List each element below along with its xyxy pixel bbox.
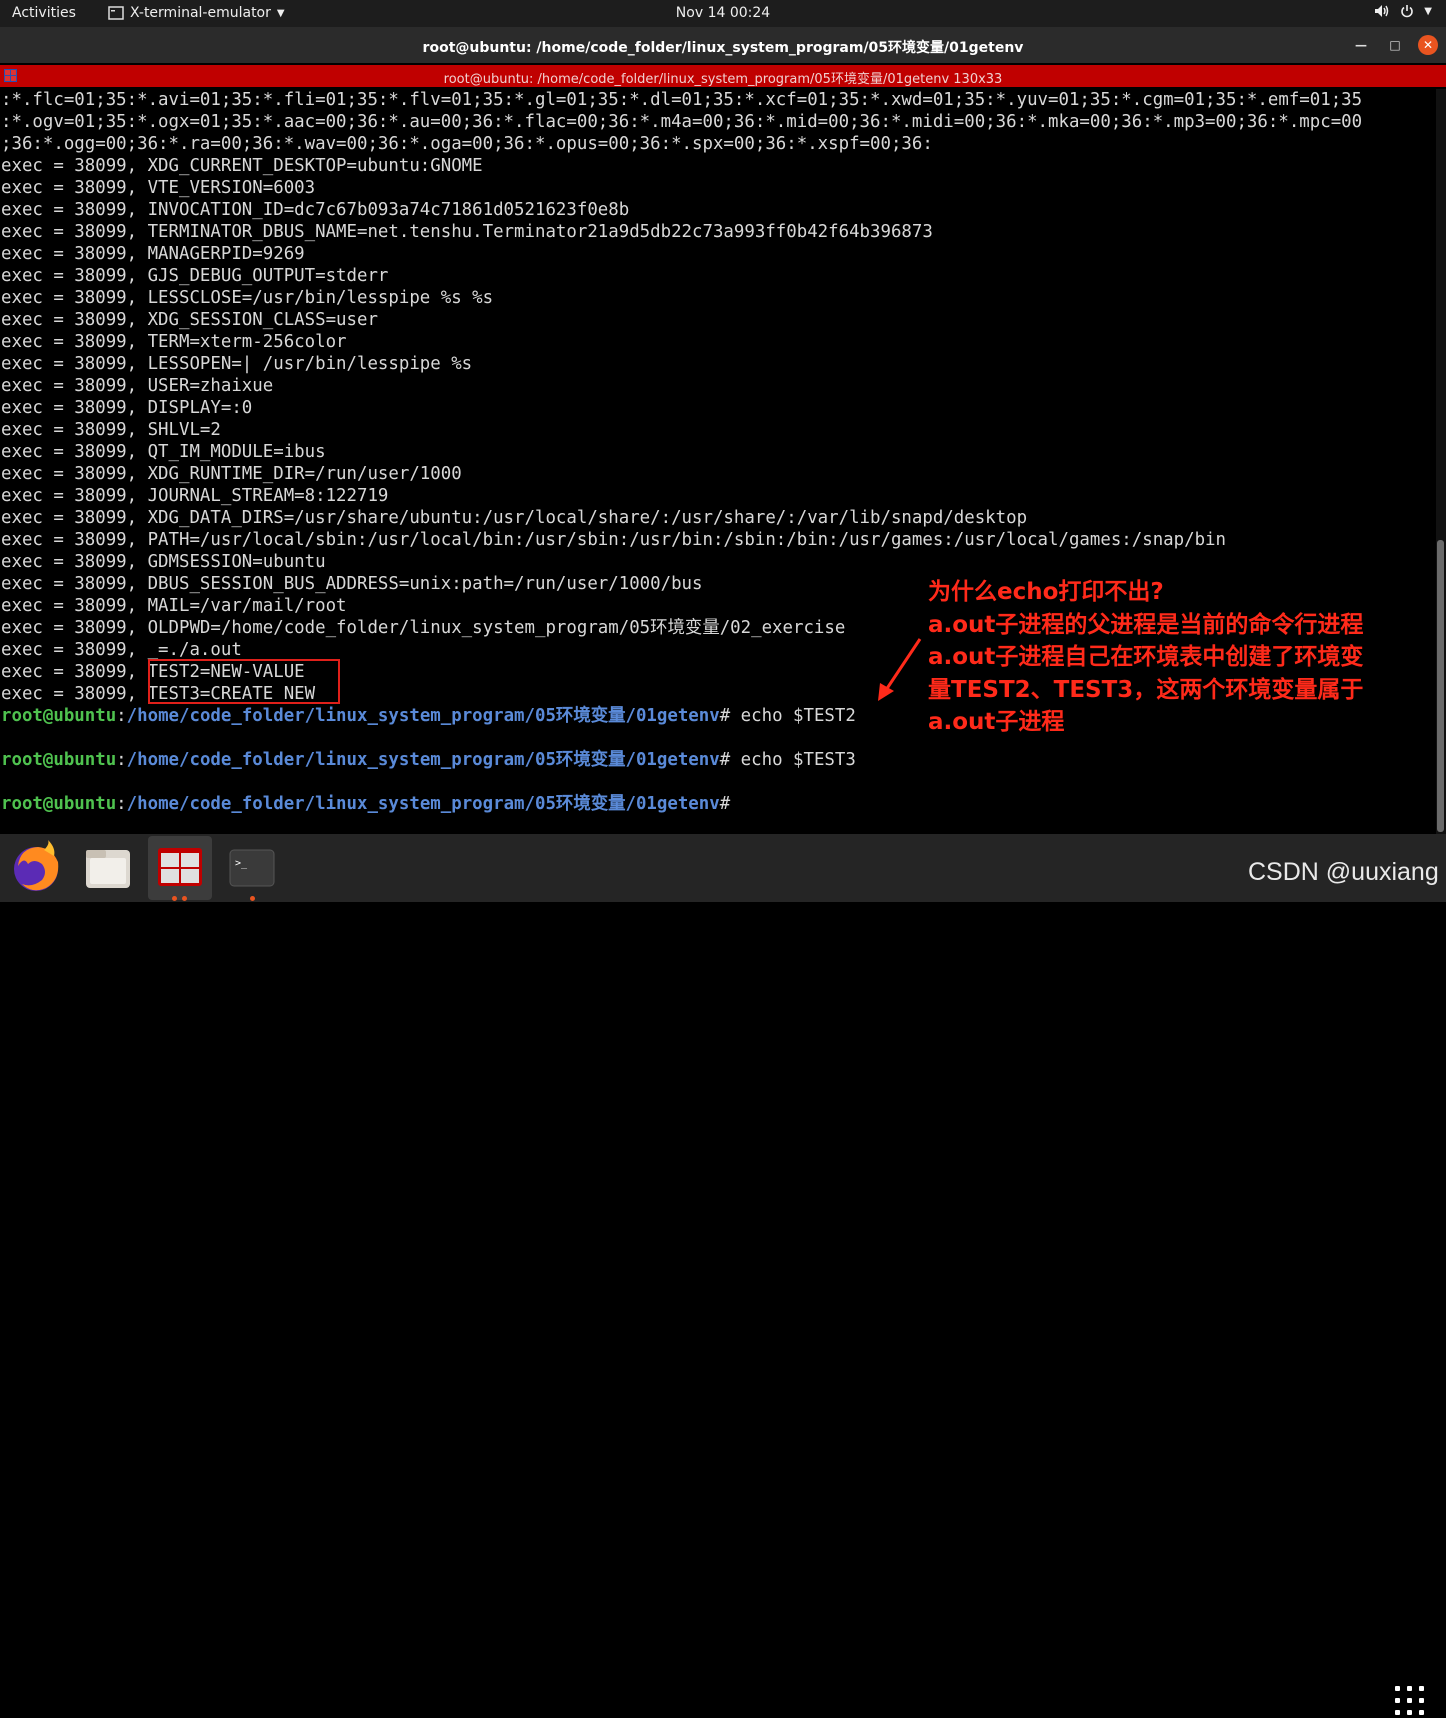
terminal-title: root@ubuntu: /home/code_folder/linux_sys… bbox=[443, 72, 1003, 87]
files-icon bbox=[86, 850, 130, 888]
terminal-line: exec = 38099, XDG_CURRENT_DESKTOP=ubuntu… bbox=[1, 156, 483, 176]
prompt-line: root@ubuntu:/home/code_folder/linux_syst… bbox=[1, 793, 730, 815]
prompt-line: root@ubuntu:/home/code_folder/linux_syst… bbox=[1, 705, 856, 727]
dock: >_ bbox=[0, 834, 1446, 1715]
app-menu-label: X-terminal-emulator bbox=[130, 5, 271, 21]
window-titlebar[interactable]: root@ubuntu: /home/code_folder/linux_sys… bbox=[0, 27, 1446, 63]
terminal-app-icon bbox=[108, 6, 124, 20]
prompt-path: /home/code_folder/linux_system_program/0… bbox=[126, 750, 720, 770]
scrollbar-thumb[interactable] bbox=[1437, 540, 1444, 832]
terminal-line: exec = 38099, JOURNAL_STREAM=8:122719 bbox=[1, 486, 389, 506]
prompt-user: root@ubuntu bbox=[1, 750, 117, 770]
highlight-box bbox=[148, 659, 340, 704]
terminal-line: :*.ogv=01;35:*.ogx=01;35:*.aac=00;36:*.a… bbox=[1, 112, 1363, 132]
terminal-line: exec = 38099, QT_IM_MODULE=ibus bbox=[1, 442, 326, 462]
volume-icon bbox=[1375, 5, 1389, 17]
dock-item-firefox[interactable] bbox=[4, 836, 68, 900]
terminal-line: exec = 38099, MANAGERPID=9269 bbox=[1, 244, 305, 264]
prompt-user: root@ubuntu bbox=[1, 706, 117, 726]
terminal-line: exec = 38099, INVOCATION_ID=dc7c67b093a7… bbox=[1, 200, 630, 220]
terminal-line: exec = 38099, PATH=/usr/local/sbin:/usr/… bbox=[1, 530, 1226, 550]
window-title: root@ubuntu: /home/code_folder/linux_sys… bbox=[422, 40, 1024, 56]
prompt-separator: : bbox=[116, 706, 127, 726]
annotation-line: a.out子进程 bbox=[928, 709, 1065, 735]
prompt-separator: : bbox=[116, 794, 127, 814]
dock-item-files[interactable] bbox=[76, 836, 140, 900]
prompt-command: # bbox=[719, 794, 731, 814]
prompt-path: /home/code_folder/linux_system_program/0… bbox=[126, 706, 720, 726]
terminal-icon: >_ bbox=[229, 849, 275, 887]
terminal-line: exec = 38099, MAIL=/var/mail/root bbox=[1, 596, 347, 616]
terminal-line: exec = 38099, LESSCLOSE=/usr/bin/lesspip… bbox=[1, 288, 494, 308]
terminal-line: exec = 38099, DBUS_SESSION_BUS_ADDRESS=u… bbox=[1, 574, 703, 594]
firefox-icon bbox=[14, 840, 59, 891]
terminal-line: exec = 38099, OLDPWD=/home/code_folder/l… bbox=[1, 618, 846, 638]
chevron-down-icon: ▼ bbox=[1424, 5, 1432, 17]
close-button[interactable]: ✕ bbox=[1418, 35, 1438, 55]
dock-item-terminator[interactable] bbox=[148, 836, 212, 901]
power-icon bbox=[1401, 5, 1414, 18]
terminal-line: exec = 38099, VTE_VERSION=6003 bbox=[1, 178, 316, 198]
annotation-line: a.out子进程的父进程是当前的命令行进程 bbox=[928, 611, 1364, 638]
terminal-line: exec = 38099, LESSOPEN=| /usr/bin/lesspi… bbox=[1, 354, 473, 374]
activities-button[interactable]: Activities bbox=[12, 5, 76, 21]
terminal-line: exec = 38099, GDMSESSION=ubuntu bbox=[1, 552, 326, 572]
annotation-text: 为什么echo打印不出? a.out子进程的父进程是当前的命令行进程 a.out子进… bbox=[928, 576, 1398, 739]
terminator-icon bbox=[158, 848, 202, 886]
terminal-titlebar[interactable]: root@ubuntu: /home/code_folder/linux_sys… bbox=[0, 65, 1446, 87]
clock[interactable]: Nov 14 00:24 bbox=[676, 5, 770, 21]
svg-text:>_: >_ bbox=[235, 858, 248, 869]
running-indicator bbox=[172, 896, 177, 901]
system-menu[interactable]: ▼ bbox=[1374, 4, 1432, 18]
minimize-button[interactable]: — bbox=[1352, 36, 1370, 54]
terminal-line: exec = 38099, GJS_DEBUG_OUTPUT=stderr bbox=[1, 266, 389, 286]
dock-item-terminal[interactable]: >_ bbox=[220, 836, 284, 901]
terminal-line: exec = 38099, SHLVL=2 bbox=[1, 420, 221, 440]
terminator-grid-icon[interactable] bbox=[4, 69, 17, 82]
running-indicator bbox=[250, 896, 255, 901]
terminal-line: exec = 38099, XDG_SESSION_CLASS=user bbox=[1, 310, 378, 330]
prompt-command: # echo $TEST2 bbox=[719, 706, 856, 726]
terminal-line: ;36:*.ogg=00;36:*.ra=00;36:*.wav=00;36:*… bbox=[1, 134, 933, 154]
terminal-line: exec = 38099, TERM=xterm-256color bbox=[1, 332, 347, 352]
annotation-line: 为什么echo打印不出? bbox=[928, 579, 1164, 605]
prompt-separator: : bbox=[116, 750, 127, 770]
running-indicator bbox=[182, 896, 187, 901]
prompt-line: root@ubuntu:/home/code_folder/linux_syst… bbox=[1, 749, 856, 771]
maximize-button[interactable]: □ bbox=[1386, 36, 1404, 54]
annotation-line: 量TEST2、TEST3，这两个环境变量属于 bbox=[928, 676, 1364, 703]
terminal-line: exec = 38099, USER=zhaixue bbox=[1, 376, 274, 396]
prompt-path: /home/code_folder/linux_system_program/0… bbox=[126, 794, 720, 814]
terminal-line: exec = 38099, TERMINATOR_DBUS_NAME=net.t… bbox=[1, 222, 933, 242]
terminal-line: exec = 38099, _=./a.out bbox=[1, 640, 242, 660]
show-applications-icon[interactable] bbox=[1395, 1686, 1427, 1718]
chevron-down-icon: ▼ bbox=[276, 7, 285, 19]
annotation-arrow bbox=[878, 638, 922, 701]
prompt-user: root@ubuntu bbox=[1, 794, 117, 814]
prompt-command: # echo $TEST3 bbox=[719, 750, 856, 770]
annotation-line: a.out子进程自己在环境表中创建了环境变 bbox=[928, 644, 1364, 670]
app-menu[interactable]: X-terminal-emulator ▼ bbox=[108, 5, 285, 21]
terminal-line: :*.flc=01;35:*.avi=01;35:*.fli=01;35:*.f… bbox=[1, 90, 1363, 110]
terminal-line: exec = 38099, XDG_RUNTIME_DIR=/run/user/… bbox=[1, 464, 462, 484]
terminal-line: exec = 38099, XDG_DATA_DIRS=/usr/share/u… bbox=[1, 508, 1028, 528]
terminal-line: exec = 38099, DISPLAY=:0 bbox=[1, 398, 253, 418]
top-bar: Activities X-terminal-emulator ▼ Nov 14 … bbox=[0, 0, 1446, 27]
watermark: CSDN @uuxiang bbox=[1248, 858, 1439, 886]
